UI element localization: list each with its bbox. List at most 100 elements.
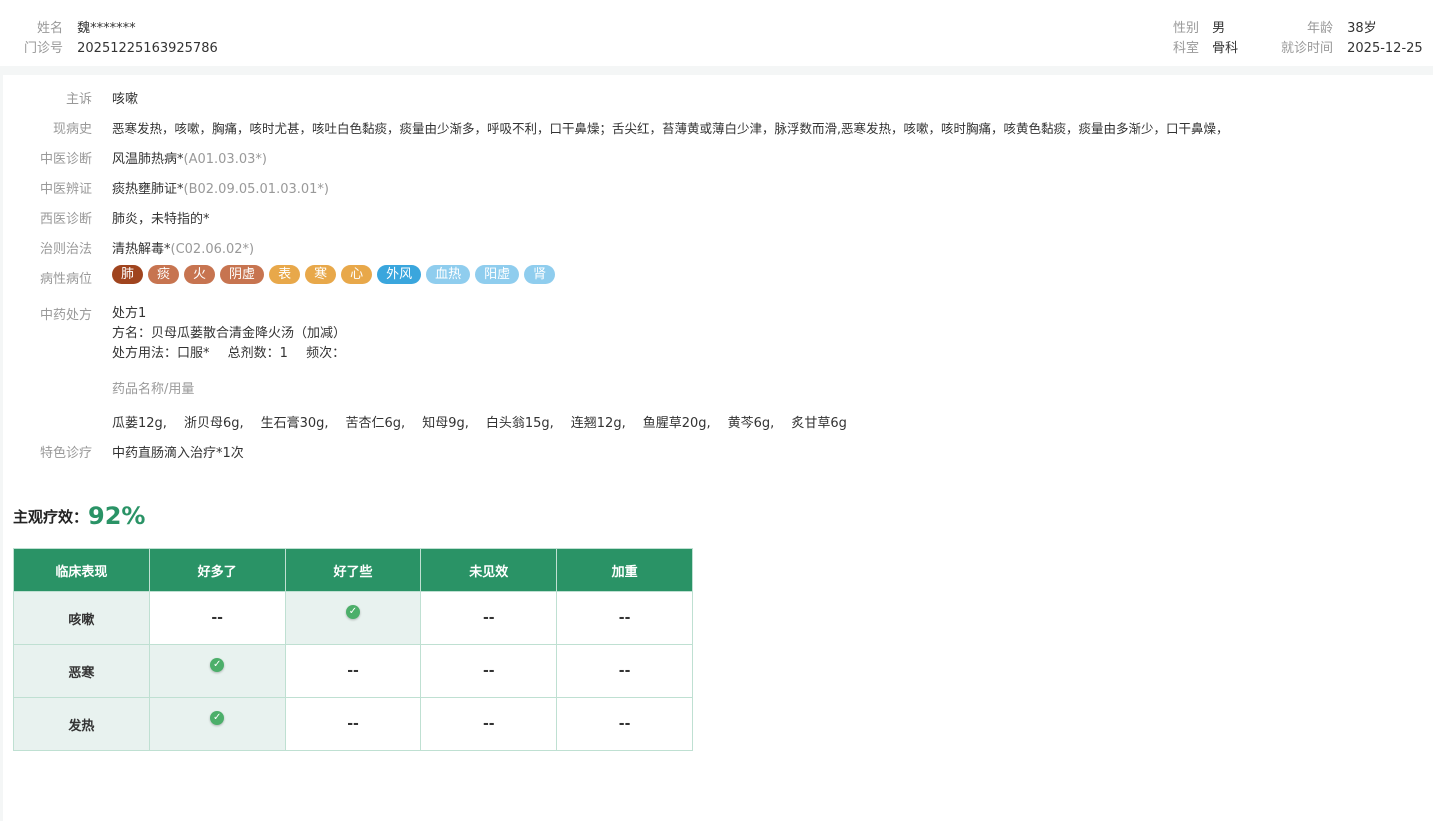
id-value: 20251225163925786 [77, 41, 218, 56]
pathology-tag: 肾 [524, 265, 556, 284]
special-label: 特色诊疗 [39, 446, 92, 461]
prescription-label: 中药处方 [39, 308, 92, 323]
efficacy-cell: -- [556, 591, 693, 645]
check-icon: ✓ [210, 711, 225, 725]
prescription-content: 处方1 方名：贝母瓜蒌散合清金降火汤（加减） 处方用法：口服* 总剂数：1 频次… [112, 304, 346, 364]
tcm-syndrome-label: 中医辨证 [39, 182, 92, 197]
herb-item: 浙贝母6g, [183, 416, 244, 431]
efficacy-row: 发热 ✓ -- -- -- [13, 697, 693, 751]
id-row: 门诊号 20251225163925786 [0, 37, 218, 56]
col-header-worse: 加重 [556, 548, 693, 592]
name-row: 姓名 魏******* [0, 17, 136, 36]
herb-list: 瓜蒌12g, 浙贝母6g, 生石膏30g, 苦杏仁6g, 知母9g, 白头翁15g, 连翘1… [112, 412, 864, 431]
drug-list-header: 药品名称/用量 [112, 382, 195, 397]
efficacy-cell-selected: ✓ [148, 697, 286, 751]
efficacy-percent: 92% [88, 502, 146, 530]
herb-item: 炙甘草6g [791, 416, 847, 431]
pathology-tags: 肺痰火阴虚表寒心外风 血热 阳虚肾 [112, 265, 560, 284]
efficacy-cell: -- [556, 697, 693, 751]
prescription-usage-line: 处方用法：口服* 总剂数：1 频次： [112, 344, 346, 364]
name-value: 魏******* [77, 21, 136, 36]
treatment-code: (C02.06.02*) [170, 242, 255, 257]
efficacy-title-label: 主观疗效： [13, 508, 89, 526]
efficacy-row: 咳嗽 -- ✓ -- -- [13, 591, 693, 645]
tcm-syndrome-code: (B02.09.05.01.03.01*) [183, 182, 329, 197]
symptom-name: 发热 [13, 697, 150, 751]
pathology-tag: 外风 [377, 265, 422, 284]
tcm-diagnosis-code: (A01.03.03*) [183, 152, 267, 167]
date-label: 就诊时间 [1280, 41, 1333, 56]
col-header-symptom: 临床表现 [13, 548, 150, 592]
pathology-tag: 阳虚 [475, 265, 520, 284]
efficacy-header-row: 临床表现 好多了 好了些 未见效 加重 [13, 548, 693, 592]
pathology-tag: 痰 [148, 265, 180, 284]
efficacy-table: 临床表现 好多了 好了些 未见效 加重 咳嗽 -- ✓ -- -- 恶寒 ✓ -- -- -- 发热… [13, 548, 693, 751]
age-value: 38岁 [1347, 21, 1377, 36]
check-icon: ✓ [346, 605, 360, 619]
western-diagnosis-label: 西医诊断 [39, 212, 92, 227]
col-header-better: 好了些 [284, 548, 422, 592]
tcm-diagnosis-value: 风温肺热病*(A01.03.03*) [112, 152, 267, 167]
age-row: 年龄 38岁 [1270, 17, 1377, 36]
herb-item: 连翘12g, [570, 416, 626, 431]
efficacy-cell: -- [284, 697, 422, 751]
check-icon: ✓ [210, 658, 225, 672]
prescription-total: 总剂数：1 [227, 346, 288, 361]
efficacy-cell-selected: ✓ [284, 591, 422, 645]
history-value: 恶寒发热，咳嗽，胸痛，咳时尤甚，咳吐白色黏痰，痰量由少渐多，呼吸不利，口干鼻燥；… [112, 121, 1229, 136]
header-divider [0, 66, 1433, 75]
gender-row: 性别 男 [1160, 17, 1225, 36]
history-label: 现病史 [52, 122, 92, 137]
col-header-much-better: 好多了 [148, 548, 286, 592]
efficacy-title: 主观疗效：92% [13, 502, 145, 530]
efficacy-cell-selected: ✓ [148, 644, 286, 698]
dept-row: 科室 骨科 [1160, 37, 1238, 56]
pathology-tag: 火 [184, 265, 216, 284]
symptom-name: 恶寒 [13, 644, 150, 698]
treatment-label: 治则治法 [39, 242, 92, 257]
efficacy-cell: -- [284, 644, 422, 698]
date-row: 就诊时间 2025-12-25 [1270, 37, 1423, 56]
name-label: 姓名 [36, 21, 63, 36]
prescription-frequency: 频次： [306, 346, 346, 361]
col-header-no-effect: 未见效 [420, 548, 558, 592]
herb-item: 瓜蒌12g, [112, 416, 167, 431]
herb-item: 黄芩6g, [727, 416, 775, 431]
gender-label: 性别 [1172, 21, 1199, 36]
pathology-tag: 阴虚 [220, 265, 265, 284]
efficacy-cell: -- [420, 697, 558, 751]
symptom-name: 咳嗽 [13, 591, 150, 645]
herb-item: 生石膏30g, [260, 416, 329, 431]
herb-item: 鱼腥草20g, [642, 416, 711, 431]
special-value: 中药直肠滴入治疗*1次 [112, 446, 244, 461]
pathology-tag: 表 [269, 265, 301, 284]
tcm-diagnosis-label: 中医诊断 [39, 152, 92, 167]
herb-item: 知母9g, [422, 416, 469, 431]
date-value: 2025-12-25 [1347, 41, 1423, 56]
treatment-value: 清热解毒*(C02.06.02*) [112, 242, 255, 257]
gender-value: 男 [1212, 21, 1226, 36]
prescription-usage: 处方用法：口服* [112, 346, 210, 361]
efficacy-row: 恶寒 ✓ -- -- -- [13, 644, 693, 698]
prescription-title: 处方1 [112, 306, 147, 321]
complaint-label: 主诉 [65, 92, 92, 107]
efficacy-cell: -- [556, 644, 693, 698]
tcm-syndrome-value: 痰热壅肺证*(B02.09.05.01.03.01*) [112, 182, 329, 197]
western-diagnosis-value: 肺炎，未特指的* [112, 212, 210, 227]
pathology-tag: 心 [341, 265, 373, 284]
patient-header: 姓名 魏******* 门诊号 20251225163925786 性别 男 科… [0, 0, 1433, 66]
age-label: 年龄 [1306, 21, 1333, 36]
pathology-tag: 寒 [305, 265, 337, 284]
pathology-tag: 血热 [426, 265, 471, 284]
herb-item: 苦杏仁6g, [345, 416, 406, 431]
dept-label: 科室 [1172, 41, 1199, 56]
pathology-label: 病性病位 [39, 272, 92, 287]
efficacy-cell: -- [420, 591, 558, 645]
pathology-tag: 肺 [112, 265, 144, 284]
efficacy-cell: -- [420, 644, 558, 698]
prescription-name: 方名：贝母瓜蒌散合清金降火汤（加减） [112, 326, 347, 341]
complaint-value: 咳嗽 [112, 92, 139, 107]
efficacy-cell: -- [148, 591, 286, 645]
id-label: 门诊号 [23, 41, 63, 56]
herb-item: 白头翁15g, [485, 416, 554, 431]
